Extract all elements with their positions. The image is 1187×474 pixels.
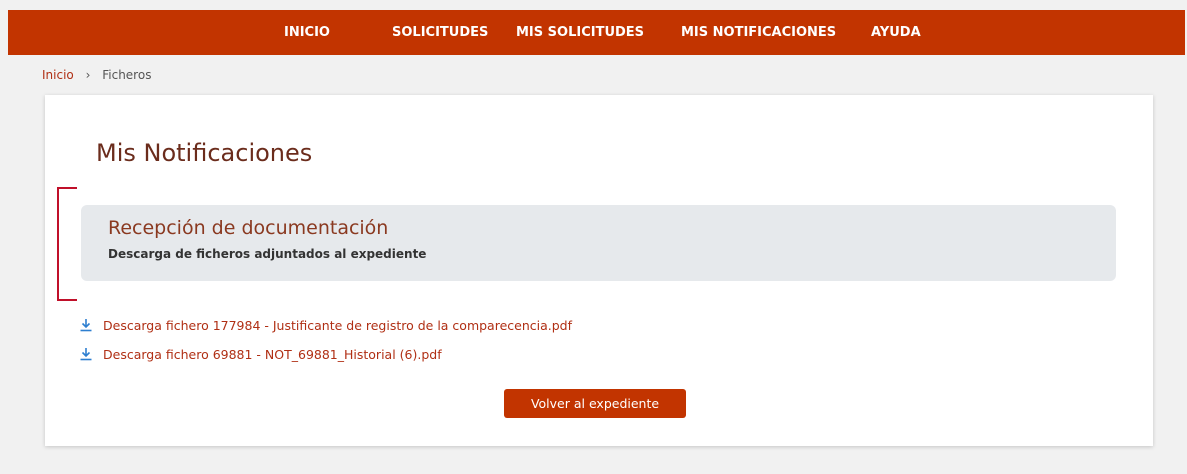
page-title: Mis Notificaciones [96, 139, 313, 167]
breadcrumb-home-link[interactable]: Inicio [42, 68, 74, 82]
download-icon [80, 348, 92, 361]
file-download-label: Descarga fichero 69881 - NOT_69881_Histo… [103, 347, 442, 362]
nav-mis-notificaciones[interactable]: MIS NOTIFICACIONES [681, 10, 836, 55]
notification-panel: Recepción de documentación Descarga de f… [81, 205, 1116, 281]
section-bracket-decoration [57, 187, 77, 301]
panel-subtitle: Descarga de ficheros adjuntados al exped… [108, 247, 427, 261]
content-card: Mis Notificaciones Recepción de document… [45, 95, 1153, 446]
breadcrumb: Inicio › Ficheros [42, 68, 151, 82]
panel-title: Recepción de documentación [108, 217, 389, 239]
nav-solicitudes[interactable]: SOLICITUDES [392, 10, 488, 55]
top-navigation-bar: INICIO SOLICITUDES MIS SOLICITUDES MIS N… [8, 10, 1185, 55]
nav-mis-solicitudes[interactable]: MIS SOLICITUDES [516, 10, 644, 55]
breadcrumb-current: Ficheros [102, 68, 152, 82]
file-download-link-2[interactable]: Descarga fichero 69881 - NOT_69881_Histo… [79, 347, 442, 362]
download-icon [80, 319, 92, 332]
back-to-expediente-button[interactable]: Volver al expediente [504, 389, 686, 418]
nav-inicio[interactable]: INICIO [284, 10, 330, 55]
breadcrumb-separator: › [85, 68, 91, 82]
file-download-label: Descarga fichero 177984 - Justificante d… [103, 318, 573, 333]
file-download-link-1[interactable]: Descarga fichero 177984 - Justificante d… [79, 318, 572, 333]
nav-ayuda[interactable]: AYUDA [871, 10, 921, 55]
